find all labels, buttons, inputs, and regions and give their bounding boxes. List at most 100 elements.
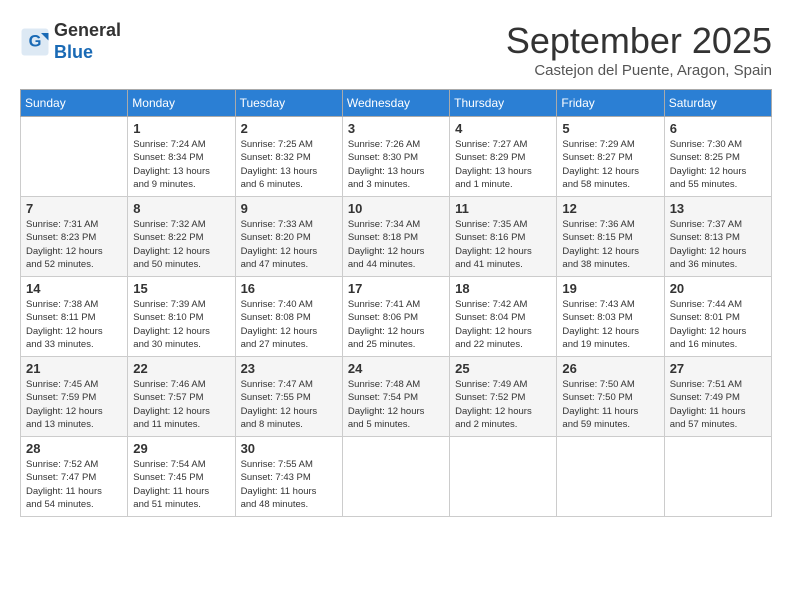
logo-icon: G [20,27,50,57]
calendar-cell: 27 Sunrise: 7:51 AM Sunset: 7:49 PM Dayli… [664,357,771,437]
calendar-cell: 14Sunrise: 7:38 AM Sunset: 8:11 PM Dayli… [21,277,128,357]
day-info: Sunrise: 7:43 AM Sunset: 8:03 PM Dayligh… [562,298,658,351]
header: G General Blue September 2025 Castejon d… [20,20,772,79]
calendar-cell: 26Sunrise: 7:50 AM Sunset: 7:50 PM Dayli… [557,357,664,437]
day-number: 24 [348,361,444,376]
day-number: 18 [455,281,551,296]
day-number: 17 [348,281,444,296]
day-number: 6 [670,121,766,136]
day-number: 1 [133,121,229,136]
day-number: 26 [562,361,658,376]
day-info: Sunrise: 7:25 AM Sunset: 8:32 PM Dayligh… [241,138,337,191]
calendar-cell: 22Sunrise: 7:46 AM Sunset: 7:57 PM Dayli… [128,357,235,437]
day-number: 13 [670,201,766,216]
day-number: 30 [241,441,337,456]
calendar-cell [21,117,128,197]
calendar-week-row: 14Sunrise: 7:38 AM Sunset: 8:11 PM Dayli… [21,277,772,357]
day-info: Sunrise: 7:54 AM Sunset: 7:45 PM Dayligh… [133,458,229,511]
calendar-cell: 12 Sunrise: 7:36 AM Sunset: 8:15 PM Dayli… [557,197,664,277]
day-number: 23 [241,361,337,376]
day-number: 8 [133,201,229,216]
calendar-cell: 30 Sunrise: 7:55 AM Sunset: 7:43 PM Dayli… [235,437,342,517]
calendar-cell: 23 Sunrise: 7:47 AM Sunset: 7:55 PM Dayli… [235,357,342,437]
day-info: Sunrise: 7:47 AM Sunset: 7:55 PM Dayligh… [241,378,337,431]
calendar-cell: 15 Sunrise: 7:39 AM Sunset: 8:10 PM Dayli… [128,277,235,357]
calendar-cell: 10 Sunrise: 7:34 AM Sunset: 8:18 PM Dayli… [342,197,449,277]
calendar-cell: 24Sunrise: 7:48 AM Sunset: 7:54 PM Dayli… [342,357,449,437]
logo-blue: Blue [54,42,93,62]
day-number: 27 [670,361,766,376]
month-title: September 2025 [506,20,772,62]
location-subtitle: Castejon del Puente, Aragon, Spain [506,62,772,79]
day-number: 19 [562,281,658,296]
day-number: 11 [455,201,551,216]
day-number: 29 [133,441,229,456]
day-info: Sunrise: 7:42 AM Sunset: 8:04 PM Dayligh… [455,298,551,351]
column-header-tuesday: Tuesday [235,90,342,117]
calendar-cell: 19 Sunrise: 7:43 AM Sunset: 8:03 PM Dayli… [557,277,664,357]
calendar-cell: 20 Sunrise: 7:44 AM Sunset: 8:01 PM Dayli… [664,277,771,357]
day-info: Sunrise: 7:35 AM Sunset: 8:16 PM Dayligh… [455,218,551,271]
calendar-cell: 11 Sunrise: 7:35 AM Sunset: 8:16 PM Dayli… [450,197,557,277]
calendar-cell: 2Sunrise: 7:25 AM Sunset: 8:32 PM Daylig… [235,117,342,197]
day-info: Sunrise: 7:52 AM Sunset: 7:47 PM Dayligh… [26,458,122,511]
day-info: Sunrise: 7:41 AM Sunset: 8:06 PM Dayligh… [348,298,444,351]
day-info: Sunrise: 7:39 AM Sunset: 8:10 PM Dayligh… [133,298,229,351]
day-number: 28 [26,441,122,456]
day-info: Sunrise: 7:30 AM Sunset: 8:25 PM Dayligh… [670,138,766,191]
calendar-cell: 25Sunrise: 7:49 AM Sunset: 7:52 PM Dayli… [450,357,557,437]
calendar-week-row: 1 Sunrise: 7:24 AM Sunset: 8:34 PM Daylig… [21,117,772,197]
day-info: Sunrise: 7:24 AM Sunset: 8:34 PM Dayligh… [133,138,229,191]
day-info: Sunrise: 7:51 AM Sunset: 7:49 PM Dayligh… [670,378,766,431]
day-info: Sunrise: 7:46 AM Sunset: 7:57 PM Dayligh… [133,378,229,431]
day-number: 20 [670,281,766,296]
calendar-cell: 13 Sunrise: 7:37 AM Sunset: 8:13 PM Dayli… [664,197,771,277]
calendar-cell [450,437,557,517]
day-number: 9 [241,201,337,216]
day-number: 21 [26,361,122,376]
day-info: Sunrise: 7:55 AM Sunset: 7:43 PM Dayligh… [241,458,337,511]
calendar-cell: 21Sunrise: 7:45 AM Sunset: 7:59 PM Dayli… [21,357,128,437]
calendar-cell: 7Sunrise: 7:31 AM Sunset: 8:23 PM Daylig… [21,197,128,277]
day-info: Sunrise: 7:40 AM Sunset: 8:08 PM Dayligh… [241,298,337,351]
calendar-cell [664,437,771,517]
day-number: 15 [133,281,229,296]
day-number: 3 [348,121,444,136]
day-info: Sunrise: 7:33 AM Sunset: 8:20 PM Dayligh… [241,218,337,271]
calendar-week-row: 21Sunrise: 7:45 AM Sunset: 7:59 PM Dayli… [21,357,772,437]
calendar-cell: 1 Sunrise: 7:24 AM Sunset: 8:34 PM Daylig… [128,117,235,197]
calendar-cell: 18 Sunrise: 7:42 AM Sunset: 8:04 PM Dayli… [450,277,557,357]
title-section: September 2025 Castejon del Puente, Arag… [506,20,772,79]
calendar-cell: 17 Sunrise: 7:41 AM Sunset: 8:06 PM Dayli… [342,277,449,357]
day-info: Sunrise: 7:44 AM Sunset: 8:01 PM Dayligh… [670,298,766,351]
column-header-thursday: Thursday [450,90,557,117]
day-info: Sunrise: 7:26 AM Sunset: 8:30 PM Dayligh… [348,138,444,191]
day-number: 5 [562,121,658,136]
day-number: 4 [455,121,551,136]
day-number: 7 [26,201,122,216]
svg-text:G: G [29,32,42,50]
day-info: Sunrise: 7:27 AM Sunset: 8:29 PM Dayligh… [455,138,551,191]
day-info: Sunrise: 7:38 AM Sunset: 8:11 PM Dayligh… [26,298,122,351]
column-header-sunday: Sunday [21,90,128,117]
day-info: Sunrise: 7:34 AM Sunset: 8:18 PM Dayligh… [348,218,444,271]
calendar-cell: 29 Sunrise: 7:54 AM Sunset: 7:45 PM Dayli… [128,437,235,517]
calendar-table: SundayMondayTuesdayWednesdayThursdayFrid… [20,89,772,517]
day-number: 12 [562,201,658,216]
calendar-cell [342,437,449,517]
day-info: Sunrise: 7:49 AM Sunset: 7:52 PM Dayligh… [455,378,551,431]
column-header-monday: Monday [128,90,235,117]
day-info: Sunrise: 7:36 AM Sunset: 8:15 PM Dayligh… [562,218,658,271]
calendar-cell [557,437,664,517]
day-info: Sunrise: 7:29 AM Sunset: 8:27 PM Dayligh… [562,138,658,191]
column-header-wednesday: Wednesday [342,90,449,117]
column-header-friday: Friday [557,90,664,117]
day-number: 10 [348,201,444,216]
column-header-saturday: Saturday [664,90,771,117]
calendar-cell: 5 Sunrise: 7:29 AM Sunset: 8:27 PM Daylig… [557,117,664,197]
calendar-cell: 8Sunrise: 7:32 AM Sunset: 8:22 PM Daylig… [128,197,235,277]
calendar-cell: 3 Sunrise: 7:26 AM Sunset: 8:30 PM Daylig… [342,117,449,197]
day-info: Sunrise: 7:37 AM Sunset: 8:13 PM Dayligh… [670,218,766,271]
calendar-week-row: 7Sunrise: 7:31 AM Sunset: 8:23 PM Daylig… [21,197,772,277]
calendar-cell: 16Sunrise: 7:40 AM Sunset: 8:08 PM Dayli… [235,277,342,357]
